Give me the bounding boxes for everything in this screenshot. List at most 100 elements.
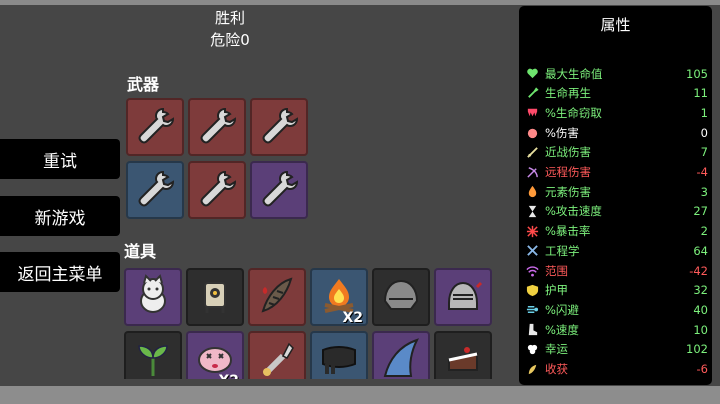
wrench-icon [257,103,301,151]
shark-fin-icon [379,336,423,379]
bottom-border [0,386,720,404]
knight-helmet-icon [441,273,485,321]
result-title: 胜利 [214,9,245,27]
item-slot[interactable] [372,268,430,326]
robot-icon [193,273,237,321]
larva-icon [255,273,299,321]
stat-row[interactable]: 元素伤害 3 [525,182,708,201]
item-slot[interactable] [124,268,182,326]
item-slot[interactable] [248,331,306,379]
harvest-icon [525,362,539,376]
stat-value: 10 [693,322,708,337]
item-slot[interactable] [372,331,430,379]
stat-name: 范围 [545,263,568,278]
stat-name: 收获 [545,362,568,376]
fang-icon [525,106,539,120]
wrench-icon [195,166,239,214]
stat-row[interactable]: %攻击速度 27 [525,202,708,221]
item-quantity: X2 [342,310,363,326]
items-label: 道具 [124,242,157,261]
stats-title: 属性 [600,16,631,34]
item-slot[interactable] [434,331,492,379]
back-to-main-menu-button[interactable]: 返回主菜单 [0,252,120,292]
stat-name: 工程学 [545,243,580,258]
stat-value: 1 [700,105,708,120]
stat-value: 0 [700,125,708,140]
dodge-icon [525,303,539,317]
weapon-slot[interactable] [250,98,308,156]
item-slot[interactable] [310,331,368,379]
range-icon [525,264,539,278]
item-slot[interactable] [124,331,182,379]
stats-panel: 属性 最大生命值 105 生命再生 11 %生命窃取 1 %伤害 0 近战伤害 7 远程伤害 -4 元素… [519,6,712,385]
weapon-slot[interactable] [126,161,184,219]
stat-row[interactable]: 最大生命值 105 [525,64,708,83]
stat-name: 近战伤害 [545,145,591,160]
sprout-icon [131,336,175,379]
helmet-icon [379,273,423,321]
stat-row[interactable]: %伤害 0 [525,123,708,142]
item-slot[interactable]: X2 [186,331,244,379]
stat-value: -4 [696,165,708,179]
gadget-icon [255,336,299,379]
stat-row[interactable]: 护甲 32 [525,281,708,300]
bow-icon [525,165,539,179]
stat-row[interactable]: 范围 -42 [525,261,708,280]
stat-row[interactable]: 生命再生 11 [525,84,708,103]
item-slot[interactable] [434,268,492,326]
stat-name: %闪避 [545,302,579,317]
item-quantity: X2 [218,373,239,379]
danger-level: 危险0 [210,31,250,49]
flame-icon [525,185,539,199]
stat-row[interactable]: 近战伤害 7 [525,143,708,162]
sword-icon [525,145,539,159]
stat-name: %攻击速度 [545,204,602,219]
heart-icon [525,67,539,81]
wrench-icon [195,103,239,151]
weapon-slot[interactable] [188,98,246,156]
hourglass-icon [525,204,539,218]
stat-row[interactable]: %闪避 40 [525,300,708,319]
weapons-label: 武器 [127,75,160,94]
stat-name: 护甲 [545,283,568,298]
boot-icon [525,323,539,337]
damage-icon [525,126,539,140]
stat-value: 102 [686,342,708,357]
stat-row[interactable]: 远程伤害 -4 [525,163,708,182]
new-game-button[interactable]: 新游戏 [0,196,120,236]
item-slot[interactable] [248,268,306,326]
stat-row[interactable]: 收获 -6 [525,360,708,379]
stat-row[interactable]: %生命窃取 1 [525,103,708,122]
wrench-icon [133,103,177,151]
weapon-slot[interactable] [250,161,308,219]
stat-name: 生命再生 [545,86,591,101]
item-slot[interactable]: X2 [310,268,368,326]
stat-value: -42 [689,263,708,278]
stat-value: 40 [693,302,708,317]
item-slot[interactable] [186,268,244,326]
stat-value: 64 [693,243,708,258]
stat-name: 最大生命值 [545,66,603,81]
stat-value: 7 [700,145,708,160]
stat-name: %速度 [545,322,579,337]
stat-row[interactable]: 工程学 64 [525,241,708,260]
crit-icon [525,224,539,238]
cake-icon [441,336,485,379]
weapon-slot[interactable] [188,161,246,219]
stat-value: 11 [693,86,708,101]
stat-value: 27 [693,204,708,219]
stat-value: 3 [700,184,708,199]
stat-name: 远程伤害 [545,165,591,179]
cat-plush-icon [131,273,175,321]
wrench-cross-icon [525,244,539,258]
retry-button[interactable]: 重试 [0,139,120,179]
stat-row[interactable]: %暴击率 2 [525,222,708,241]
weapon-slot[interactable] [126,98,184,156]
stat-name: %伤害 [545,125,579,140]
stat-row[interactable]: 幸运 102 [525,340,708,359]
stat-name: %暴击率 [545,224,591,239]
wrench-icon [257,166,301,214]
stat-row[interactable]: %速度 10 [525,320,708,339]
stat-name: 元素伤害 [545,184,591,199]
wrench-icon [133,166,177,214]
